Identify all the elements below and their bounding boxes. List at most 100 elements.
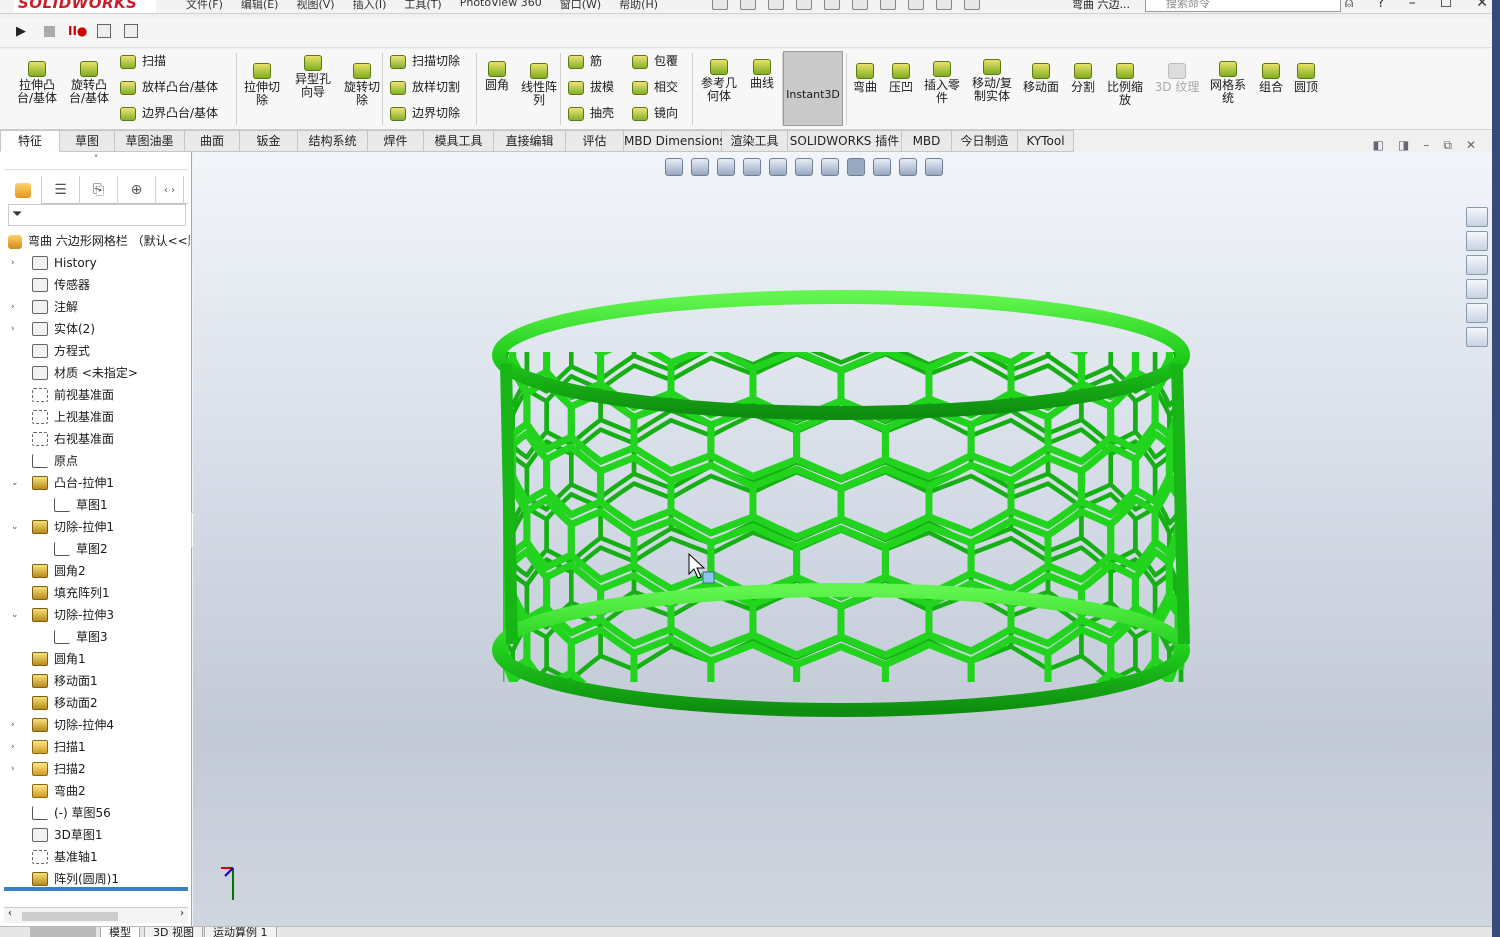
bottom-tab-0[interactable]: 模型 <box>100 927 140 937</box>
tree-item[interactable]: 移动面2 <box>0 692 190 714</box>
ribbon-combine-button[interactable]: 组合 <box>1256 63 1286 94</box>
tree-item[interactable]: ⌄ 凸台-拉伸1 <box>0 472 190 494</box>
tree-item[interactable]: (-) 草图56 <box>0 802 190 824</box>
ribbon-loft-button[interactable]: 放样凸台/基体 <box>120 79 218 95</box>
ribbon-draft-button[interactable]: 拔模 <box>568 79 614 95</box>
home-icon[interactable] <box>712 0 728 10</box>
tab-5[interactable]: 结构系统 <box>298 130 368 152</box>
tab-4[interactable]: 钣金 <box>240 130 298 152</box>
ribbon-extrude-cut-button[interactable]: 拉伸切除 <box>240 63 284 107</box>
ribbon-boundary-button[interactable]: 边界凸台/基体 <box>120 105 218 121</box>
tab-0[interactable]: 特征 <box>0 130 60 152</box>
tree-horizontal-scrollbar[interactable]: ‹ › <box>4 907 188 923</box>
tree-expand-arrow-icon[interactable]: › <box>11 736 21 758</box>
select-icon[interactable] <box>880 0 896 10</box>
search-commands-input[interactable]: 搜索命令 <box>1145 0 1341 12</box>
ribbon-shell-button[interactable]: 抽壳 <box>568 105 614 121</box>
ribbon-wrap-button[interactable]: 包覆 <box>632 53 678 69</box>
tab-scroll-arrows[interactable] <box>30 927 96 937</box>
ribbon-fillet-button[interactable]: 圆角 <box>482 61 512 92</box>
configuration-manager-tab-icon[interactable]: ⎘ <box>80 176 118 204</box>
tab-1[interactable]: 草图 <box>60 130 115 152</box>
ribbon-3d-texture-button[interactable]: 3D 纹理 <box>1154 63 1200 94</box>
tree-item[interactable]: 上视基准面 <box>0 406 190 428</box>
ribbon-revolve-cut-button[interactable]: 旋转切除 <box>340 63 384 107</box>
new-macro-icon[interactable] <box>97 24 111 38</box>
ribbon-insert-part-button[interactable]: 插入零件 <box>920 61 964 105</box>
close-button[interactable]: ✕ <box>1476 0 1488 11</box>
menu-item-6[interactable]: 窗口(W) <box>560 0 601 12</box>
tab-8[interactable]: 直接编辑 <box>494 130 566 152</box>
ribbon-boundary-cut-button[interactable]: 边界切除 <box>390 105 460 121</box>
tree-item[interactable]: 圆角1 <box>0 648 190 670</box>
tree-item[interactable]: 前视基准面 <box>0 384 190 406</box>
bottom-tab-2[interactable]: 运动算例 1 <box>204 927 277 937</box>
custom-properties-icon[interactable] <box>1466 327 1488 347</box>
tree-item[interactable]: › History <box>0 252 190 274</box>
tab-13[interactable]: MBD <box>902 130 952 152</box>
tab-2[interactable]: 草图油墨 <box>115 130 185 152</box>
viewport-previous-icon[interactable]: ◧ <box>1373 138 1384 153</box>
panel-tabs-scroll-icon[interactable]: ‹ › <box>156 176 184 204</box>
tree-item[interactable]: 传感器 <box>0 274 190 296</box>
tree-item[interactable]: 填充阵列1 <box>0 582 190 604</box>
ribbon-split-button[interactable]: 分割 <box>1068 63 1098 94</box>
tree-item[interactable]: › 切除-拉伸4 <box>0 714 190 736</box>
tree-item[interactable]: 方程式 <box>0 340 190 362</box>
tree-item[interactable]: › 扫描1 <box>0 736 190 758</box>
tree-item[interactable]: › 实体(2) <box>0 318 190 340</box>
tree-item[interactable]: ⌄ 切除-拉伸3 <box>0 604 190 626</box>
ribbon-loft-cut-button[interactable]: 放样切割 <box>390 79 460 95</box>
tree-item[interactable]: 3D草图1 <box>0 824 190 846</box>
tab-3[interactable]: 曲面 <box>185 130 240 152</box>
tree-filter-input[interactable]: ⏷ <box>8 204 186 226</box>
tab-9[interactable]: 评估 <box>566 130 624 152</box>
tree-item[interactable]: › 扫描2 <box>0 758 190 780</box>
tab-12[interactable]: SOLIDWORKS 插件 <box>788 130 902 152</box>
rollback-bar[interactable] <box>4 887 188 891</box>
help-icon[interactable]: ? <box>1377 0 1384 11</box>
viewport-restore-icon[interactable]: ⧉ <box>1443 138 1452 153</box>
tree-expand-arrow-icon[interactable]: ⌄ <box>11 516 21 538</box>
view-palette-icon[interactable] <box>1466 279 1488 299</box>
open-icon[interactable] <box>768 0 784 10</box>
tree-expand-arrow-icon[interactable]: › <box>11 296 21 318</box>
tab-6[interactable]: 焊件 <box>368 130 424 152</box>
graphics-viewport[interactable] <box>193 152 1492 926</box>
menu-item-2[interactable]: 视图(V) <box>296 0 334 12</box>
tab-15[interactable]: KYTool <box>1018 130 1074 152</box>
new-document-icon[interactable] <box>740 0 756 10</box>
file-explorer-icon[interactable] <box>1466 255 1488 275</box>
tree-item[interactable]: 草图3 <box>0 626 190 648</box>
tree-expand-arrow-icon[interactable]: › <box>11 252 21 274</box>
viewport-minimize-icon[interactable]: – <box>1423 138 1429 153</box>
ribbon-extrude-boss-button[interactable]: 拉伸凸台/基体 <box>14 61 60 105</box>
instant3d-button[interactable]: Instant3D <box>783 51 843 126</box>
ribbon-rib-button[interactable]: 筋 <box>568 53 602 69</box>
tree-item[interactable]: 材质 <未指定> <box>0 362 190 384</box>
ribbon-sweep-cut-button[interactable]: 扫描切除 <box>390 53 460 69</box>
tree-item[interactable]: 原点 <box>0 450 190 472</box>
viewport-close-icon[interactable]: ✕ <box>1466 138 1476 153</box>
rebuild-icon[interactable] <box>908 0 924 10</box>
ribbon-move-copy-button[interactable]: 移动/复制实体 <box>970 59 1014 103</box>
scrollbar-thumb[interactable] <box>22 912 118 921</box>
edit-macro-icon[interactable] <box>124 24 138 38</box>
ribbon-indent-button[interactable]: 压凹 <box>884 63 918 94</box>
user-icon[interactable]: ⍝ <box>1345 0 1353 11</box>
tree-item[interactable]: ⌄ 切除-拉伸1 <box>0 516 190 538</box>
panel-splitter[interactable]: • <box>4 152 188 170</box>
tree-item[interactable]: 草图1 <box>0 494 190 516</box>
undo-icon[interactable] <box>852 0 868 10</box>
dimxpert-tab-icon[interactable]: ⊕ <box>118 176 156 204</box>
tree-item[interactable]: › 注解 <box>0 296 190 318</box>
ribbon-dome-button[interactable]: 圆顶 <box>1290 63 1322 94</box>
tab-10[interactable]: MBD Dimensions <box>624 130 726 152</box>
menu-item-0[interactable]: 文件(F) <box>186 0 223 12</box>
viewport-next-icon[interactable]: ◨ <box>1398 138 1409 153</box>
tree-expand-arrow-icon[interactable]: › <box>11 714 21 736</box>
ribbon-flex-button[interactable]: 弯曲 <box>848 63 882 94</box>
tree-expand-arrow-icon[interactable]: ⌄ <box>11 472 21 494</box>
ribbon-intersect-button[interactable]: 相交 <box>632 79 678 95</box>
bottom-tab-1[interactable]: 3D 视图 <box>144 927 203 937</box>
